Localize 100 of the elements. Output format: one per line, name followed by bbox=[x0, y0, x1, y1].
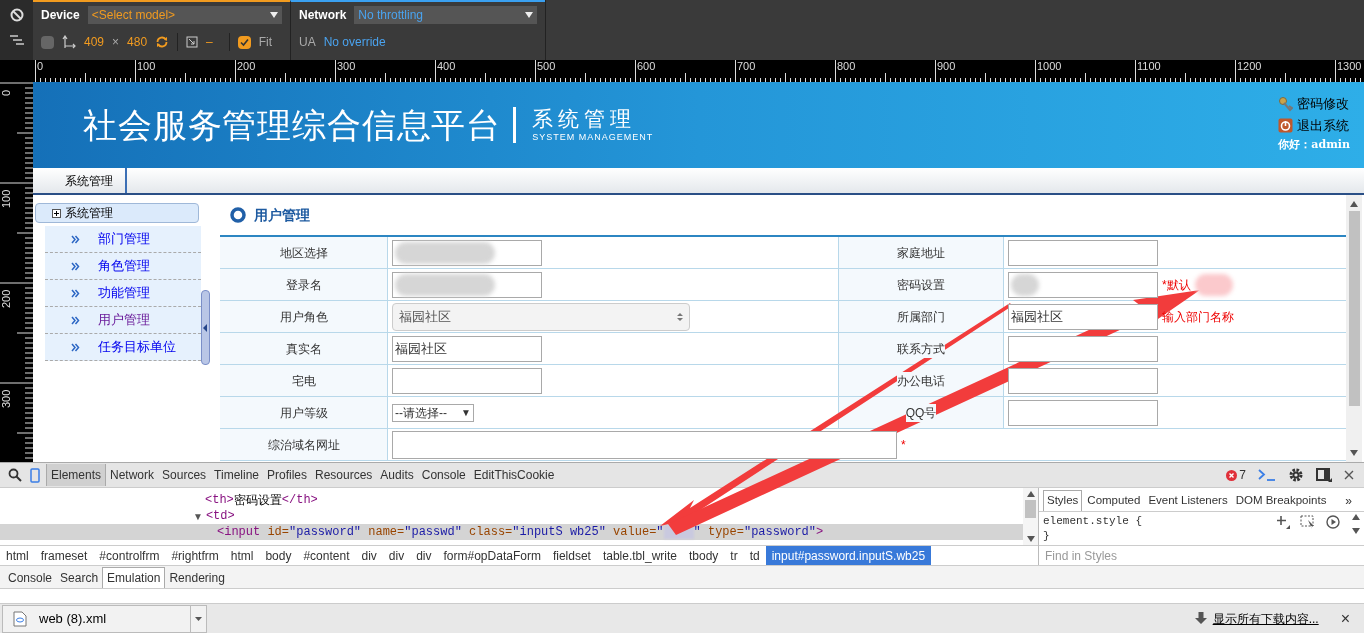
breadcrumb[interactable]: #rightfrm bbox=[165, 546, 225, 565]
network-label: Network bbox=[299, 7, 347, 24]
scrollbar[interactable] bbox=[1023, 488, 1038, 545]
no-entry-icon[interactable] bbox=[9, 8, 24, 22]
site-title: 社会服务管理综合信息平台 bbox=[83, 104, 502, 146]
input-field[interactable] bbox=[392, 239, 542, 266]
breadcrumb[interactable]: div bbox=[410, 546, 438, 565]
expand-icon[interactable] bbox=[52, 208, 61, 218]
input-field[interactable] bbox=[1008, 335, 1158, 362]
filter-field[interactable]: Find in Styles bbox=[1039, 545, 1364, 565]
styles-tab[interactable]: Styles bbox=[1043, 490, 1083, 511]
input-field[interactable] bbox=[1008, 271, 1158, 298]
input-field[interactable] bbox=[392, 430, 897, 459]
scale-value[interactable]: – bbox=[206, 33, 213, 51]
download-item[interactable]: web (8).xml bbox=[2, 604, 207, 633]
width-value[interactable]: 409 bbox=[84, 33, 105, 51]
show-all-downloads-link[interactable]: 显示所有下载内容... bbox=[1212, 609, 1319, 628]
drawer-tab[interactable]: Emulation bbox=[102, 567, 166, 588]
add-icon[interactable] bbox=[1276, 515, 1290, 529]
breadcrumb[interactable]: #controlfrm bbox=[93, 546, 166, 565]
scroll-down-icon[interactable] bbox=[1350, 450, 1358, 456]
header-link[interactable]: 退出系统 bbox=[1278, 115, 1350, 135]
more-button[interactable]: » bbox=[1345, 490, 1352, 511]
drawer-tab[interactable]: Search bbox=[56, 567, 103, 588]
sidebar-item[interactable]: 角色管理 bbox=[45, 253, 201, 280]
breadcrumb[interactable]: #content bbox=[297, 546, 356, 565]
settings-icon[interactable] bbox=[1288, 467, 1304, 483]
drawer-tab[interactable]: Console bbox=[4, 567, 57, 588]
console-icon[interactable] bbox=[1258, 469, 1276, 481]
collapse-handle[interactable] bbox=[201, 290, 210, 365]
sidebar-item[interactable]: 功能管理 bbox=[45, 280, 201, 307]
styles-tab[interactable]: Event Listeners bbox=[1145, 490, 1231, 511]
search-icon[interactable] bbox=[8, 468, 22, 482]
close-icon[interactable] bbox=[1344, 470, 1354, 480]
input-field[interactable]: 福园社区 bbox=[1008, 303, 1158, 330]
sidebar-item[interactable]: 部门管理 bbox=[45, 226, 201, 253]
breadcrumb[interactable]: div bbox=[355, 546, 383, 565]
devtools-tab[interactable]: Profiles bbox=[263, 464, 311, 486]
play-icon[interactable] bbox=[1326, 515, 1340, 529]
ruler-label: 1200 bbox=[1237, 60, 1262, 72]
element-state-icon[interactable] bbox=[1300, 515, 1316, 529]
sidebar-group[interactable]: 系统管理 bbox=[35, 203, 199, 223]
error-counter[interactable]: 7 bbox=[1226, 466, 1246, 484]
height-value[interactable]: 480 bbox=[127, 33, 148, 51]
sidebar-item[interactable]: 用户管理 bbox=[45, 307, 201, 334]
breadcrumb[interactable]: html bbox=[0, 546, 35, 565]
devtools-tab[interactable]: Audits bbox=[376, 464, 418, 486]
breadcrumb[interactable]: div bbox=[382, 546, 411, 565]
devtools-tab[interactable]: Timeline bbox=[210, 464, 263, 486]
select-field[interactable]: 福园社区 bbox=[392, 302, 690, 331]
devtools-tab[interactable]: Sources bbox=[158, 464, 211, 486]
input-field[interactable]: 福园社区 bbox=[392, 335, 542, 362]
ruler-label: 600 bbox=[637, 60, 656, 72]
checkbox[interactable] bbox=[237, 35, 251, 49]
breadcrumb[interactable]: input#password.inputS.wb25 bbox=[765, 546, 932, 565]
breadcrumb[interactable]: html bbox=[224, 546, 260, 565]
nav-tab[interactable]: 系统管理 bbox=[53, 168, 127, 193]
devtools-tab[interactable]: Console bbox=[417, 464, 470, 486]
dock-icon[interactable] bbox=[1316, 468, 1332, 482]
header-link[interactable]: 密码修改 bbox=[1278, 94, 1350, 114]
devtools-tab[interactable]: Resources bbox=[311, 464, 377, 486]
ruler-label: 1100 bbox=[1137, 60, 1161, 72]
breadcrumb[interactable]: table.tbl_write bbox=[596, 546, 683, 565]
devtools-tab[interactable]: Elements bbox=[46, 464, 107, 486]
input-field[interactable] bbox=[1008, 399, 1158, 426]
styles-tab[interactable]: Computed bbox=[1084, 490, 1144, 511]
styles-tab[interactable]: DOM Breakpoints bbox=[1232, 490, 1330, 511]
drawer-tab[interactable]: Rendering bbox=[165, 567, 229, 588]
code-line[interactable]: <th>密码设置</th> bbox=[0, 492, 1023, 508]
breadcrumb[interactable]: td bbox=[743, 546, 766, 565]
breadcrumb[interactable]: fieldset bbox=[546, 546, 597, 565]
breadcrumb[interactable]: body bbox=[259, 546, 298, 565]
input-field[interactable] bbox=[1008, 367, 1158, 394]
scroll-down-icon[interactable] bbox=[1352, 528, 1360, 534]
devtools-tab[interactable]: EditThisCookie bbox=[469, 464, 559, 486]
sidebar-item[interactable]: 任务目标单位 bbox=[45, 334, 201, 361]
close-button[interactable]: × bbox=[1340, 606, 1350, 631]
disclosure-triangle[interactable]: ▼ bbox=[193, 508, 203, 524]
caret-icon[interactable] bbox=[195, 616, 202, 621]
ruler-label: 900 bbox=[937, 60, 956, 72]
ruler-label: 1000 bbox=[1037, 60, 1062, 72]
scrollbar[interactable] bbox=[1346, 195, 1362, 462]
breadcrumb[interactable]: tr bbox=[724, 546, 744, 565]
breadcrumb[interactable]: form#opDataForm bbox=[437, 546, 547, 565]
breadcrumb[interactable]: frameset bbox=[34, 546, 94, 565]
phone-icon[interactable] bbox=[30, 467, 40, 483]
scroll-up-icon[interactable] bbox=[1352, 514, 1360, 520]
swap-icon[interactable] bbox=[155, 35, 170, 49]
devtools-tab[interactable]: Network bbox=[106, 464, 159, 486]
scroll-up-icon[interactable] bbox=[1350, 201, 1358, 207]
select-field[interactable]: --请选择-- ▼ bbox=[392, 403, 474, 422]
checkbox[interactable] bbox=[41, 35, 54, 49]
input-field[interactable] bbox=[392, 367, 542, 394]
drawer-lines-icon[interactable] bbox=[8, 34, 25, 46]
ua-value[interactable]: No override bbox=[323, 33, 386, 51]
breadcrumb[interactable]: tbody bbox=[682, 546, 725, 565]
input-field[interactable] bbox=[392, 271, 542, 298]
code-line[interactable]: ▼ <td> bbox=[0, 508, 1023, 524]
scroll-up-icon[interactable] bbox=[1026, 491, 1035, 497]
input-field[interactable] bbox=[1008, 239, 1158, 266]
